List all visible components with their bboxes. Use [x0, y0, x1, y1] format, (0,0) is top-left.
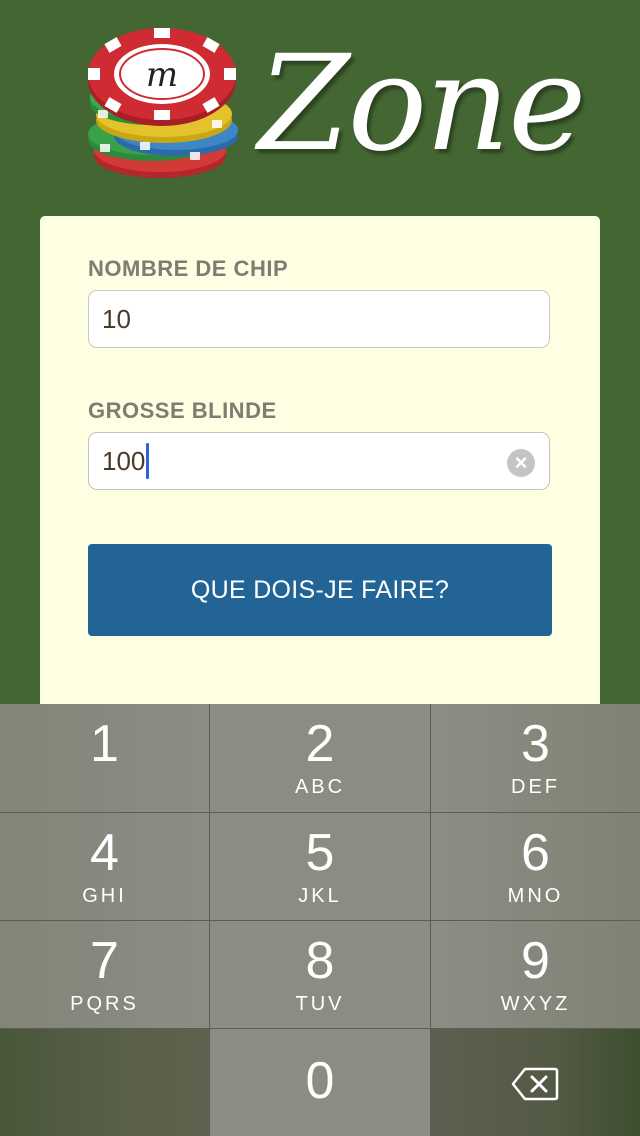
key-digit: 4: [90, 824, 119, 882]
poker-chips-icon: m: [88, 28, 238, 178]
key-letters: TUV: [295, 993, 345, 1015]
text-caret: [146, 443, 150, 480]
key-8[interactable]: 8 TUV: [210, 921, 430, 1028]
key-3[interactable]: 3 DEF: [431, 704, 640, 812]
key-digit: 7: [90, 932, 119, 990]
key-2[interactable]: 2 ABC: [210, 704, 430, 812]
key-letters: ABC: [294, 776, 346, 798]
key-letters: GHI: [82, 885, 127, 907]
logo-chip-letter: m: [146, 55, 178, 95]
key-digit: 9: [521, 932, 550, 990]
key-digit: 5: [305, 824, 335, 882]
keypad-divider: [209, 704, 210, 1136]
key-4[interactable]: 4 GHI: [0, 813, 209, 920]
key-digit: 0: [305, 1052, 335, 1110]
numeric-keypad: 1 2 ABC 3 DEF 4 GHI 5 JKL 6 MNO 7 PQRS 8…: [0, 704, 640, 1136]
big-blind-value: 100: [102, 446, 146, 476]
key-5[interactable]: 5 JKL: [210, 813, 430, 920]
key-letters: JKL: [298, 885, 342, 907]
clear-icon[interactable]: ×: [507, 449, 535, 477]
big-blind-input[interactable]: 100 ×: [88, 432, 550, 490]
chip-count-value: 10: [102, 304, 131, 334]
keypad-divider: [0, 1028, 640, 1029]
key-letters: DEF: [511, 776, 560, 798]
key-1[interactable]: 1: [0, 704, 209, 812]
key-digit: 3: [521, 715, 550, 773]
key-digit: 2: [305, 715, 335, 773]
key-digit: 6: [521, 824, 550, 882]
backspace-icon: [511, 1067, 559, 1101]
keypad-divider: [430, 704, 431, 1136]
form-card: NOMBRE DE CHIP 10 GROSSE BLINDE 100 × QU…: [40, 216, 600, 736]
key-6[interactable]: 6 MNO: [431, 813, 640, 920]
big-blind-label: GROSSE BLINDE: [88, 398, 277, 423]
keypad-divider: [0, 812, 640, 813]
key-digit: 8: [305, 932, 335, 990]
key-0[interactable]: 0: [210, 1029, 430, 1136]
key-9[interactable]: 9 WXYZ: [431, 921, 640, 1028]
logo-wordmark: Zone: [258, 27, 586, 181]
key-letters: MNO: [507, 885, 564, 907]
key-letters: PQRS: [70, 993, 139, 1015]
delete-key[interactable]: [431, 1029, 640, 1136]
chip-count-label: NOMBRE DE CHIP: [88, 256, 289, 281]
keypad-divider: [0, 920, 640, 921]
submit-button[interactable]: QUE DOIS-JE FAIRE?: [88, 544, 552, 636]
key-digit: 1: [90, 715, 119, 773]
big-blind-value-wrap: 100: [102, 443, 150, 480]
key-letters: WXYZ: [500, 993, 571, 1015]
key-7[interactable]: 7 PQRS: [0, 921, 209, 1028]
key-blank: [0, 1029, 209, 1136]
app-logo: m Zone: [80, 24, 586, 194]
chip-count-input[interactable]: 10: [88, 290, 550, 348]
